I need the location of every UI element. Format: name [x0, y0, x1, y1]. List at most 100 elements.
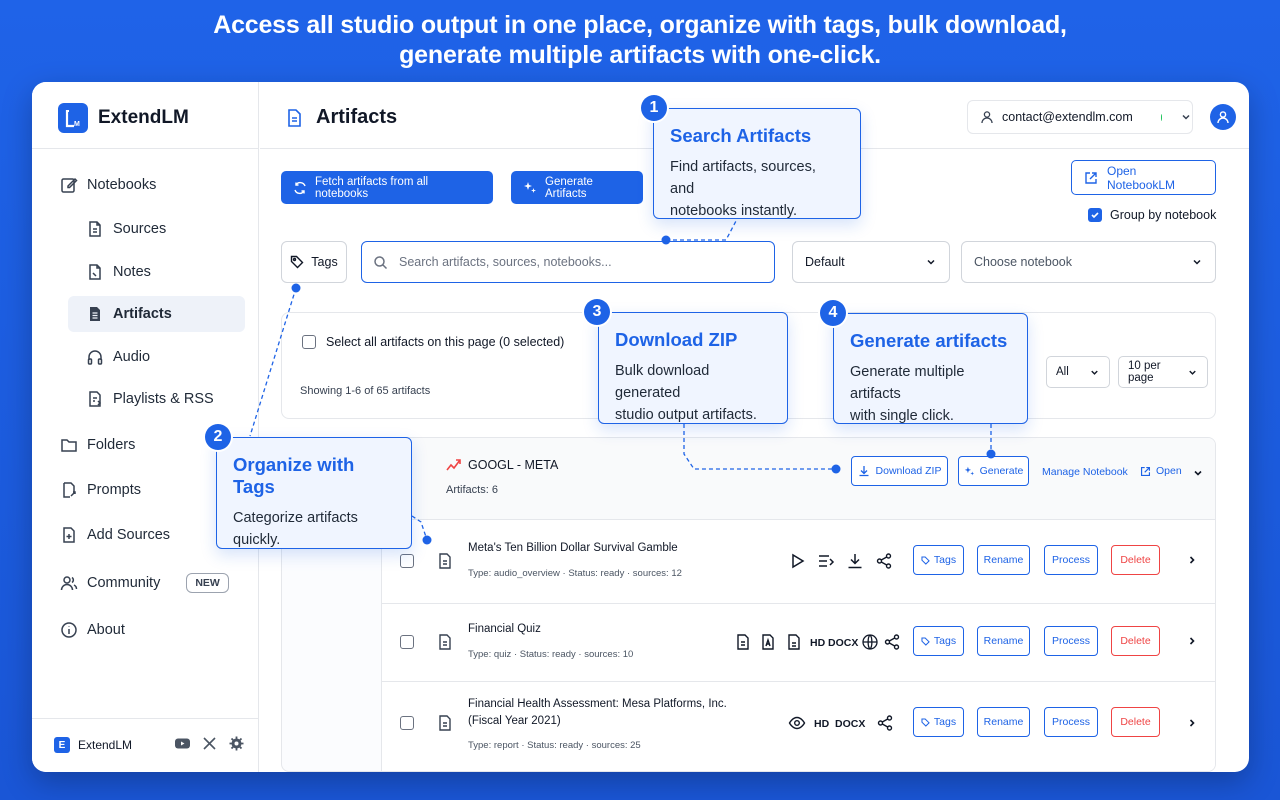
- hd-label[interactable]: HD: [814, 718, 829, 730]
- brand-logo: M: [58, 103, 88, 133]
- open-notebook-link[interactable]: Open: [1140, 465, 1182, 477]
- artifact-sources: sources: 10: [584, 649, 634, 660]
- group-by-notebook-toggle[interactable]: Group by notebook: [1088, 208, 1216, 222]
- sidebar-item-notebooks[interactable]: Notebooks: [60, 167, 156, 203]
- x-twitter-icon[interactable]: [201, 735, 218, 752]
- open-notebooklm-button[interactable]: Open NotebookLM: [1071, 160, 1216, 195]
- tag-icon: [921, 636, 930, 646]
- sidebar-item-folders[interactable]: Folders: [60, 427, 135, 463]
- notebook-select[interactable]: Choose notebook: [961, 241, 1216, 283]
- callout-organize-tags: Organize with Tags Categorize artifacts …: [216, 437, 412, 549]
- svg-text:M: M: [74, 121, 80, 128]
- share-icon[interactable]: [875, 552, 893, 570]
- file-text-icon[interactable]: [734, 633, 752, 651]
- callout-body-line: notebooks instantly.: [670, 203, 798, 219]
- download-icon[interactable]: [846, 552, 864, 570]
- sidebar-item-audio[interactable]: Audio: [86, 339, 150, 375]
- sidebar-item-label: Artifacts: [113, 306, 172, 322]
- rename-button[interactable]: Rename: [977, 545, 1030, 575]
- rename-button[interactable]: Rename: [977, 707, 1030, 737]
- row-checkbox[interactable]: [400, 635, 414, 649]
- delete-button[interactable]: Delete: [1111, 626, 1160, 656]
- row-checkbox[interactable]: [400, 716, 414, 730]
- sidebar-item-add-sources[interactable]: Add Sources: [60, 517, 170, 553]
- callout-search-artifacts: Search Artifacts Find artifacts, sources…: [653, 108, 861, 219]
- brand[interactable]: M ExtendLM: [58, 102, 189, 134]
- row-tags-label: Tags: [933, 635, 957, 647]
- avatar[interactable]: [1210, 104, 1236, 130]
- sidebar-item-label: Folders: [87, 437, 136, 453]
- sidebar-item-about[interactable]: About: [60, 612, 125, 648]
- file-doc-icon[interactable]: [785, 633, 803, 651]
- chevron-down-icon[interactable]: [1192, 467, 1204, 479]
- per-page-select[interactable]: 10 per page: [1118, 356, 1208, 388]
- table-row[interactable]: Financial Health Assessment: Mesa Platfo…: [382, 682, 1215, 771]
- sidebar-item-notes[interactable]: Notes: [86, 254, 151, 290]
- download-zip-button[interactable]: Download ZIP: [851, 456, 948, 486]
- group-title[interactable]: GOOGL - META: [446, 458, 558, 472]
- download-zip-label: Download ZIP: [875, 465, 942, 477]
- docx-label[interactable]: DOCX: [828, 637, 858, 649]
- delete-button[interactable]: Delete: [1111, 545, 1160, 575]
- document-icon: [436, 552, 454, 570]
- sidebar-item-label: Sources: [113, 221, 167, 237]
- generate-artifacts-button[interactable]: Generate Artifacts: [511, 171, 643, 204]
- sidebar-item-sources[interactable]: Sources: [86, 211, 166, 247]
- row-tags-button[interactable]: Tags: [913, 545, 964, 575]
- account-selector[interactable]: contact@extendlm.com: [967, 100, 1193, 134]
- type-filter-select[interactable]: All: [1046, 356, 1110, 388]
- chevron-right-icon[interactable]: [1186, 554, 1198, 566]
- queue-icon[interactable]: [817, 552, 835, 570]
- delete-button[interactable]: Delete: [1111, 707, 1160, 737]
- fetch-artifacts-button[interactable]: Fetch artifacts from all notebooks: [281, 171, 493, 204]
- generate-label: Generate: [979, 465, 1024, 477]
- table-row[interactable]: Financial Quiz Type: quiz · Status: read…: [382, 604, 1215, 682]
- docx-label[interactable]: DOCX: [835, 718, 865, 730]
- manage-notebook-link[interactable]: Manage Notebook: [1042, 466, 1128, 478]
- sidebar-item-playlists[interactable]: Playlists & RSS: [86, 381, 214, 417]
- hd-label[interactable]: HD: [810, 637, 825, 649]
- generate-button[interactable]: Generate: [958, 456, 1029, 486]
- sidebar-item-community[interactable]: Community NEW: [60, 565, 229, 601]
- chevron-right-icon[interactable]: [1186, 635, 1198, 647]
- table-row[interactable]: Meta's Ten Billion Dollar Survival Gambl…: [382, 520, 1215, 604]
- callout-body: Generate multiple artifacts with single …: [850, 361, 1011, 427]
- callout-body: Categorize artifacts quickly.: [233, 507, 395, 551]
- eye-icon[interactable]: [788, 714, 806, 732]
- row-checkbox[interactable]: [400, 554, 414, 568]
- row-tags-button[interactable]: Tags: [913, 707, 964, 737]
- globe-icon[interactable]: [861, 633, 879, 651]
- tags-filter-button[interactable]: Tags: [281, 241, 347, 283]
- share-icon[interactable]: [876, 714, 894, 732]
- rename-button[interactable]: Rename: [977, 626, 1030, 656]
- chevron-down-icon: [1187, 367, 1198, 378]
- footer-brand[interactable]: E ExtendLM: [54, 737, 132, 753]
- callout-title: Organize with Tags: [233, 454, 355, 497]
- settings-gear-icon[interactable]: [228, 735, 245, 752]
- sort-select[interactable]: Default: [792, 241, 950, 283]
- row-tags-button[interactable]: Tags: [913, 626, 964, 656]
- artifact-title[interactable]: Meta's Ten Billion Dollar Survival Gambl…: [468, 540, 678, 557]
- select-all-checkbox-row[interactable]: Select all artifacts on this page (0 sel…: [302, 335, 564, 349]
- footer-icons: [174, 735, 245, 752]
- group-name: GOOGL - META: [468, 458, 559, 472]
- select-all-checkbox[interactable]: [302, 335, 316, 349]
- artifact-title[interactable]: Financial Health Assessment: Mesa Platfo…: [468, 696, 727, 730]
- process-button[interactable]: Process: [1044, 626, 1098, 656]
- play-icon[interactable]: [788, 552, 806, 570]
- share-icon[interactable]: [883, 633, 901, 651]
- footer-brand-name: ExtendLM: [78, 738, 133, 752]
- youtube-icon[interactable]: [174, 735, 191, 752]
- process-button[interactable]: Process: [1044, 707, 1098, 737]
- file-font-icon[interactable]: [759, 633, 777, 651]
- sidebar-item-label: Add Sources: [87, 527, 171, 543]
- notebook-select-placeholder: Choose notebook: [974, 255, 1072, 269]
- process-button[interactable]: Process: [1044, 545, 1098, 575]
- search-input[interactable]: Search artifacts, sources, notebooks...: [361, 241, 775, 283]
- sidebar-footer: E ExtendLM: [32, 718, 259, 772]
- chevron-right-icon[interactable]: [1186, 717, 1198, 729]
- sidebar-item-artifacts[interactable]: Artifacts: [68, 296, 245, 332]
- artifact-title[interactable]: Financial Quiz: [468, 621, 541, 638]
- sidebar-item-prompts[interactable]: Prompts: [60, 472, 141, 508]
- checkbox-checked-icon[interactable]: [1088, 208, 1102, 222]
